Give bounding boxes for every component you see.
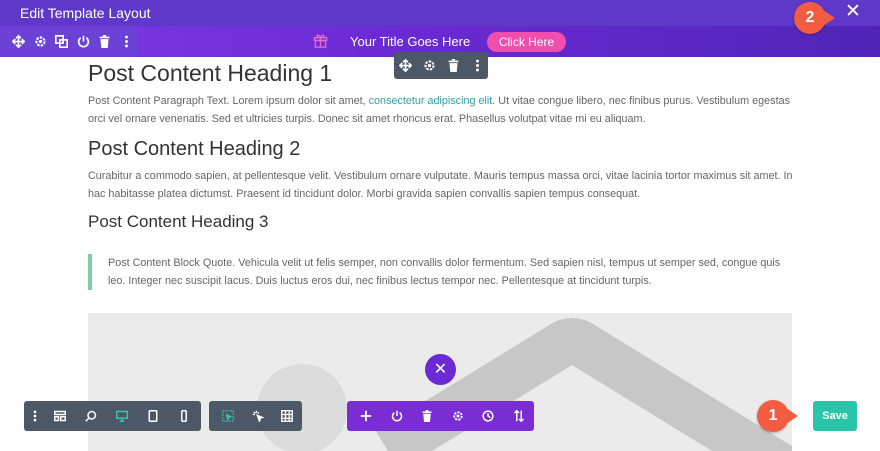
window-titlebar: Edit Template Layout ✕ (0, 0, 880, 26)
trash-icon[interactable] (94, 31, 116, 53)
close-icon[interactable]: ✕ (845, 2, 861, 22)
power-icon[interactable] (382, 401, 413, 431)
trash-icon[interactable] (412, 401, 443, 431)
more-icon[interactable] (116, 31, 138, 53)
close-button[interactable]: ✕ (425, 354, 456, 385)
zoom-icon[interactable] (75, 401, 106, 431)
builder-toolbar (347, 401, 534, 431)
tablet-icon[interactable] (137, 401, 168, 431)
more-icon[interactable] (26, 401, 44, 431)
paragraph-text: Post Content Paragraph Text. Lorem ipsum… (88, 95, 369, 107)
post-block-quote: Post Content Block Quote. Vehicula velit… (88, 254, 794, 290)
module-toolbar (394, 52, 488, 79)
phone-icon[interactable] (168, 401, 199, 431)
power-icon[interactable] (73, 31, 95, 53)
window-title: Edit Template Layout (20, 5, 151, 21)
move-icon[interactable] (8, 31, 30, 53)
gift-icon (313, 34, 328, 48)
desktop-icon[interactable] (106, 401, 137, 431)
paragraph-link[interactable]: consectetur adipiscing elit (369, 95, 493, 107)
page-settings-toolbar (24, 401, 201, 431)
post-heading-1: Post Content Heading 1 (88, 60, 333, 86)
sort-icon[interactable] (504, 401, 535, 431)
select-icon[interactable] (213, 401, 243, 431)
settings-icon[interactable] (30, 31, 52, 53)
duplicate-icon[interactable] (51, 31, 73, 53)
add-icon[interactable] (351, 401, 382, 431)
callout-marker-1: 1 (757, 400, 798, 432)
history-icon[interactable] (473, 401, 504, 431)
post-paragraph-2: Curabitur a commodo sapien, at pellentes… (88, 170, 793, 200)
click-here-button[interactable]: Click Here (487, 32, 566, 52)
callout-marker-2: 2 (794, 2, 835, 34)
post-heading-3: Post Content Heading 3 (88, 212, 269, 231)
view-mode-toolbar (209, 401, 302, 431)
settings-icon[interactable] (443, 401, 474, 431)
layout-icon[interactable] (44, 401, 75, 431)
settings-icon[interactable] (418, 55, 440, 77)
header-title: Your Title Goes Here (350, 34, 471, 49)
section-toolbar (0, 26, 137, 57)
post-paragraph-1: Post Content Paragraph Text. Lorem ipsum… (88, 92, 794, 128)
trash-icon[interactable] (442, 55, 464, 77)
click-mode-icon[interactable] (243, 401, 273, 431)
save-button[interactable]: Save (813, 401, 857, 431)
more-icon[interactable] (466, 55, 488, 77)
move-icon[interactable] (394, 55, 416, 77)
grid-icon[interactable] (272, 401, 302, 431)
post-heading-2: Post Content Heading 2 (88, 138, 301, 160)
